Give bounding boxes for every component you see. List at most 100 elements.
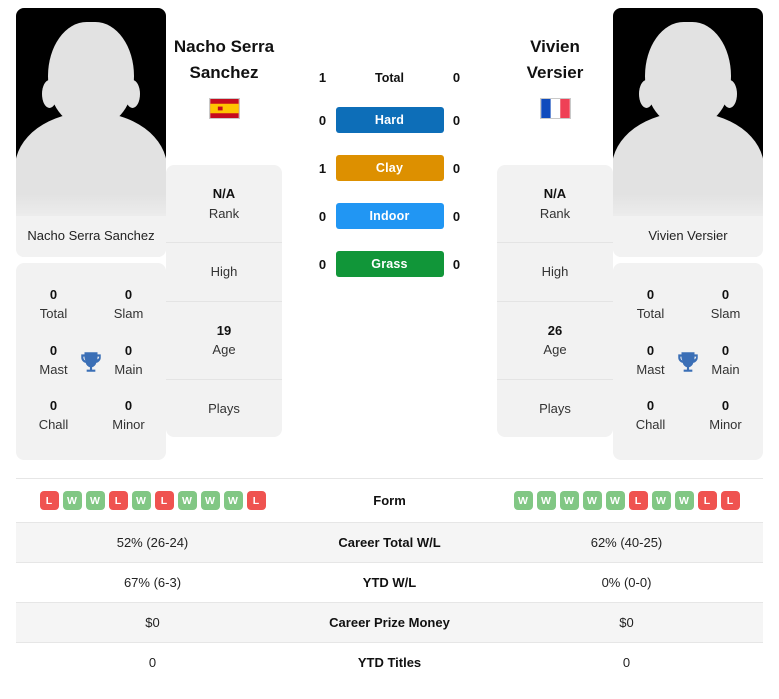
right-player-info-card: N/A Rank High 26 Age Plays: [497, 165, 613, 437]
trophy-icon: [678, 351, 698, 372]
h2h-left-score: 0: [318, 208, 327, 224]
right-value: 0% (0-0): [601, 575, 652, 590]
info-value: 26: [547, 322, 563, 338]
form-badge-win: W: [582, 491, 602, 510]
comparison-table: LWWLWLWWWL Form WWWWWLWWLL 52% (26-24) C…: [16, 478, 763, 682]
form-badge-loss: L: [720, 491, 740, 510]
titles-row: 0 Chall 0 Minor: [16, 388, 166, 444]
surface-pill-grass[interactable]: Grass: [335, 251, 444, 277]
right-player-name[interactable]: Vivien Versier: [497, 34, 613, 85]
name-line-1: Vivien: [530, 37, 580, 56]
h2h-left-score: 0: [318, 256, 327, 272]
left-value: $0: [145, 615, 160, 630]
left-player-avatar: [16, 8, 166, 216]
name-line-1: Nacho Serra: [173, 37, 275, 56]
left-player-titles-card: 0 Total 0 Slam 0 Mast 0 Main 0 Chall 0 M…: [16, 263, 166, 461]
title-label: Slam: [710, 305, 741, 321]
h2h-row-grass: 0 Grass 0: [310, 251, 470, 277]
title-stat-total: 0 Total: [620, 286, 682, 324]
titles-row: 0 Total 0 Slam: [613, 277, 763, 333]
table-row-ytd-wl: 67% (6-3) YTD W/L 0% (0-0): [16, 562, 763, 603]
title-stat-mast: 0 Mast: [23, 342, 85, 380]
title-label: Mast: [39, 361, 68, 377]
left-player-name[interactable]: Nacho Serra Sanchez: [166, 34, 282, 85]
title-value: 0: [646, 398, 655, 414]
row-label: Career Total W/L: [338, 535, 441, 550]
form-badge-loss: L: [108, 491, 128, 510]
right-form-cell: WWWWWLWWLL: [490, 479, 763, 523]
title-label: Total: [39, 305, 68, 321]
form-badge-win: W: [513, 491, 533, 510]
trophy-icon: [81, 351, 101, 372]
avatar-ear-left-icon: [639, 80, 654, 108]
title-stat-total: 0 Total: [23, 286, 85, 324]
avatar-fade: [613, 194, 763, 216]
form-badge-win: W: [62, 491, 82, 510]
info-plays: Plays: [497, 380, 613, 438]
left-form-strip: LWWLWLWWWL: [22, 491, 283, 510]
right-player-photo-caption: Vivien Versier: [613, 216, 763, 257]
title-value: 0: [646, 287, 655, 302]
title-stat-minor: 0 Minor: [695, 397, 757, 435]
title-stat-main: 0 Main: [98, 342, 160, 380]
row-label: Career Prize Money: [329, 615, 450, 630]
title-stat-minor: 0 Minor: [98, 397, 160, 435]
info-label: Rank: [208, 205, 240, 221]
left-player-column: Nacho Serra Sanchez 0 Total 0 Slam 0 Mas: [16, 8, 166, 461]
left-form-cell: LWWLWLWWWL: [16, 479, 289, 523]
h2h-row-clay: 1 Clay 0: [310, 155, 470, 181]
title-stat-slam: 0 Slam: [695, 286, 757, 324]
info-high: High: [166, 243, 282, 302]
title-label: Minor: [709, 417, 742, 433]
surface-pill-indoor[interactable]: Indoor: [335, 203, 444, 229]
form-badge-loss: L: [628, 491, 648, 510]
surface-pill-clay[interactable]: Clay: [335, 155, 444, 181]
title-value: 0: [721, 342, 730, 358]
right-player-photo-card[interactable]: Vivien Versier: [613, 8, 763, 257]
h2h-row-indoor: 0 Indoor 0: [310, 203, 470, 229]
form-badge-loss: L: [246, 491, 266, 510]
avatar-ear-right-icon: [722, 80, 737, 108]
left-player-photo-card[interactable]: Nacho Serra Sanchez: [16, 8, 166, 257]
h2h-left-score: 1: [318, 70, 327, 85]
title-stat-chall: 0 Chall: [620, 397, 682, 435]
h2h-surface-label: Total: [375, 70, 404, 85]
right-player-column: Vivien Versier 0 Total 0 Slam 0 Mast 0 M…: [613, 8, 763, 461]
table-row-form: LWWLWLWWWL Form WWWWWLWWLL: [16, 478, 763, 523]
title-value: 0: [49, 287, 58, 302]
form-badge-loss: L: [697, 491, 717, 510]
title-value: 0: [721, 287, 730, 302]
title-value: 0: [124, 287, 133, 302]
h2h-right-score: 0: [452, 256, 461, 272]
h2h-right-score: 0: [452, 70, 461, 85]
flag-france-icon: [539, 98, 571, 119]
title-value: 0: [124, 398, 133, 414]
right-player-titles-card: 0 Total 0 Slam 0 Mast 0 Main 0 Chall 0 M…: [613, 263, 763, 461]
h2h-left-score: 0: [318, 112, 327, 128]
info-rank: N/A Rank: [166, 165, 282, 243]
h2h-left-score: 1: [318, 160, 327, 176]
info-label: Age: [543, 342, 567, 357]
info-value: N/A: [543, 186, 567, 201]
right-value: $0: [619, 615, 634, 630]
title-label: Mast: [636, 361, 665, 377]
right-player-info-column: Vivien Versier N/A Rank High 26 Age Play…: [497, 8, 613, 437]
table-row-ytd-titles: 0 YTD Titles 0: [16, 642, 763, 683]
avatar-ear-left-icon: [42, 80, 57, 108]
info-value: 19: [216, 322, 232, 338]
title-value: 0: [721, 398, 730, 414]
form-badge-win: W: [85, 491, 105, 510]
row-label: YTD Titles: [357, 655, 422, 670]
title-value: 0: [49, 398, 58, 414]
form-badge-win: W: [559, 491, 579, 510]
info-label: Age: [212, 342, 236, 357]
surface-pill-hard[interactable]: Hard: [335, 107, 444, 133]
right-player-avatar: [613, 8, 763, 216]
left-value: 52% (26-24): [116, 535, 189, 550]
avatar-silhouette-icon: [48, 22, 134, 126]
title-stat-chall: 0 Chall: [23, 397, 85, 435]
info-label: Rank: [539, 205, 571, 221]
title-label: Chall: [38, 417, 69, 433]
form-badge-win: W: [674, 491, 694, 510]
title-label: Chall: [635, 417, 666, 433]
